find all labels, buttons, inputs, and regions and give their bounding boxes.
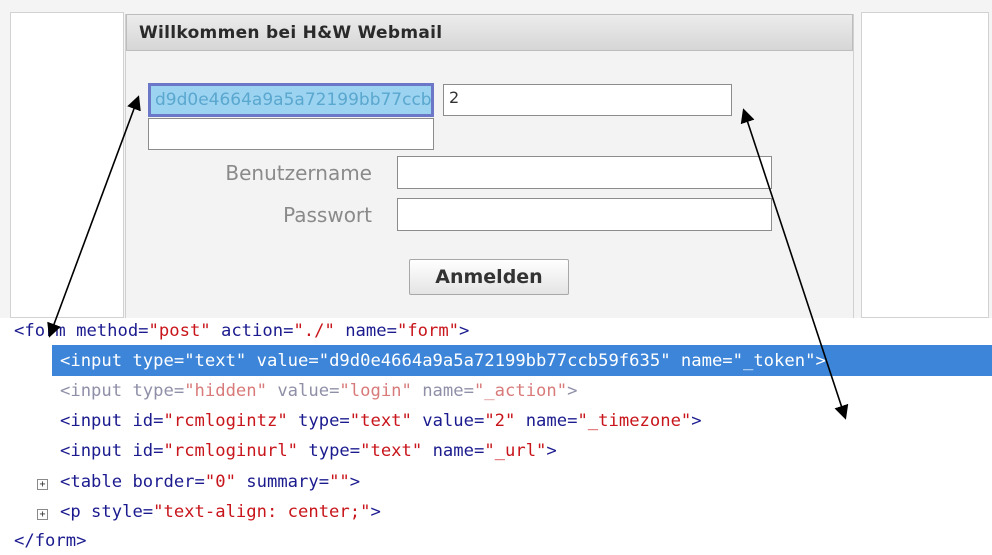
login-button[interactable]: Anmelden — [409, 259, 569, 295]
right-panel — [861, 12, 989, 318]
url-input[interactable] — [148, 118, 434, 150]
tree-node-form-close[interactable]: </form> — [14, 527, 86, 555]
tree-node-url-input[interactable]: <input id="rcmloginurl" type="text" name… — [60, 437, 557, 465]
expand-toggle-icon[interactable]: + — [37, 509, 48, 520]
dom-inspector: <form method="post" action="./" name="fo… — [0, 318, 992, 552]
username-field[interactable] — [397, 156, 772, 189]
expand-toggle-icon[interactable]: + — [37, 479, 48, 490]
password-label: Passwort — [283, 203, 372, 227]
left-panel — [10, 12, 124, 318]
token-input[interactable]: d9d0e4664a9a5a72199bb77ccb59f635 — [148, 83, 434, 117]
username-label: Benutzername — [225, 161, 372, 185]
tree-node-p[interactable]: <p style="text-align: center;"> — [60, 498, 381, 526]
timezone-input[interactable]: 2 — [443, 84, 732, 116]
tree-node-form[interactable]: <form method="post" action="./" name="fo… — [14, 317, 469, 345]
tree-node-table[interactable]: <table border="0" summary=""> — [60, 468, 360, 496]
tree-node-action-input[interactable]: <input type="hidden" value="login" name=… — [60, 377, 577, 405]
tree-node-token-input[interactable]: <input type="text" value="d9d0e4664a9a5a… — [60, 347, 826, 375]
password-field[interactable] — [397, 198, 772, 231]
login-title: Willkommen bei H&W Webmail — [139, 23, 443, 43]
tree-node-timezone-input[interactable]: <input id="rcmlogintz" type="text" value… — [60, 407, 702, 435]
login-header: Willkommen bei H&W Webmail — [126, 14, 853, 51]
